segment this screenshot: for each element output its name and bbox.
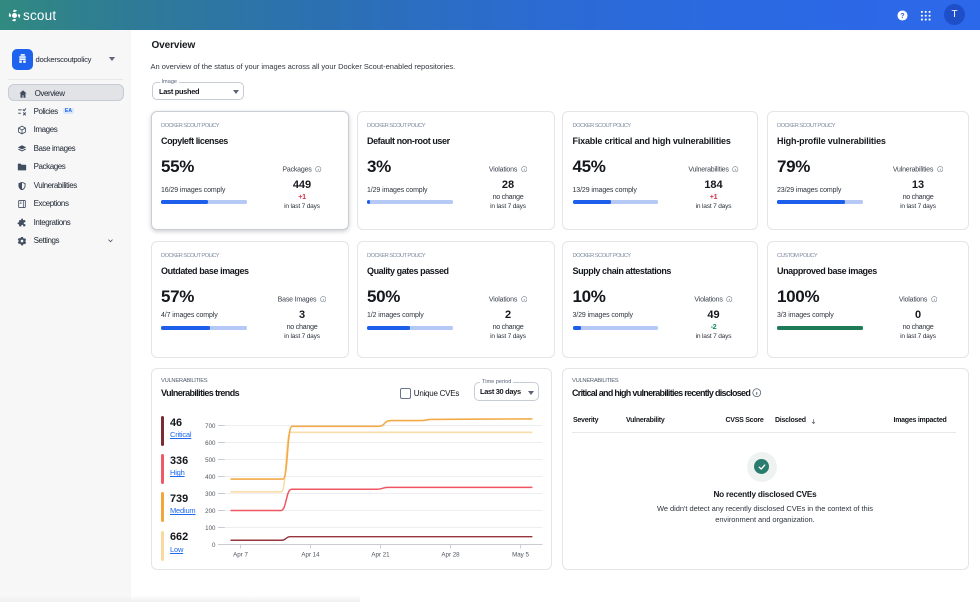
svg-text:0: 0 [212, 541, 216, 548]
svg-text:Apr 14: Apr 14 [301, 551, 320, 558]
svg-text:100: 100 [205, 524, 216, 531]
svg-text:400: 400 [205, 473, 216, 480]
svg-text:500: 500 [205, 456, 216, 463]
svg-text:700: 700 [205, 422, 216, 429]
svg-text:600: 600 [205, 439, 216, 446]
svg-text:May 5: May 5 [512, 551, 529, 558]
svg-text:?: ? [900, 13, 904, 20]
svg-text:Apr 21: Apr 21 [371, 551, 390, 558]
svg-text:200: 200 [205, 507, 216, 514]
svg-text:Apr 28: Apr 28 [441, 551, 460, 558]
svg-text:300: 300 [205, 490, 216, 497]
svg-text:Apr 7: Apr 7 [233, 551, 248, 558]
